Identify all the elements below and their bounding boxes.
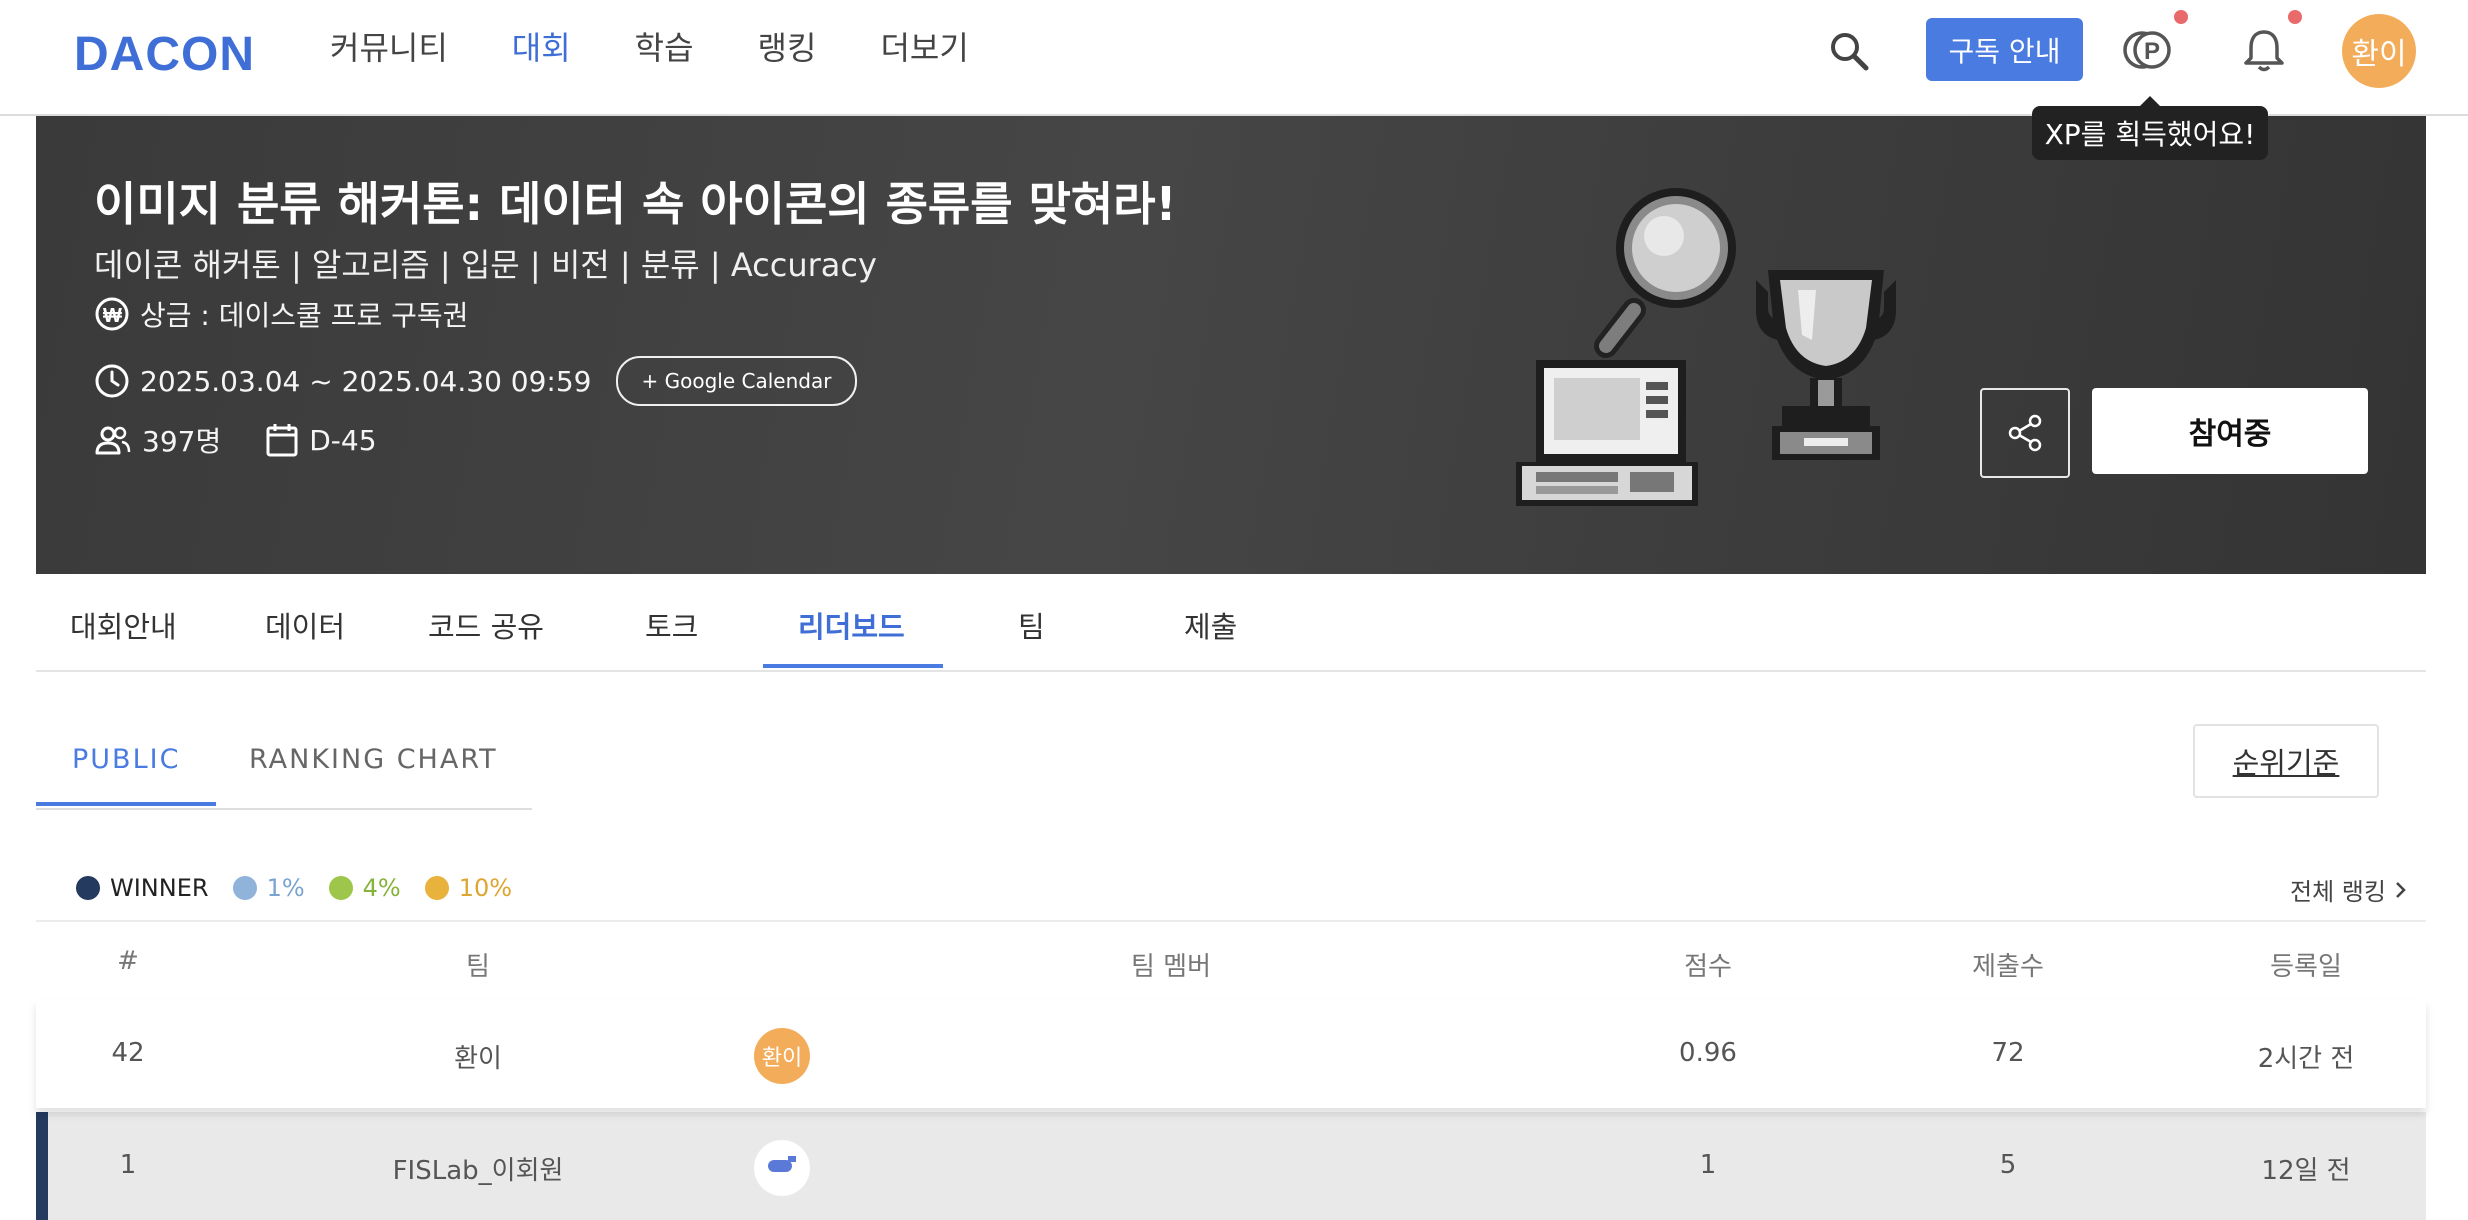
cell-team[interactable]: 환이 bbox=[454, 1038, 502, 1075]
subtab-public[interactable]: PUBLIC bbox=[72, 744, 180, 775]
active-subtab-indicator bbox=[36, 802, 216, 806]
prize-row: ₩ 상금 : 데이스쿨 프로 구독권 bbox=[94, 294, 468, 334]
period-row: 2025.03.04 ~ 2025.04.30 09:59 + Google C… bbox=[94, 356, 858, 406]
point-button[interactable]: P bbox=[2120, 24, 2176, 76]
ranking-criteria-button[interactable]: 순위기준 bbox=[2193, 724, 2379, 798]
legend-winner-dot bbox=[76, 876, 100, 900]
table-row-mine[interactable]: 42 환이 환이 0.96 72 2시간 전 bbox=[36, 1000, 2426, 1108]
header-date: 등록일 bbox=[2270, 952, 2342, 982]
laptop-illustration bbox=[1516, 360, 1698, 506]
bell-icon bbox=[2244, 30, 2284, 72]
svg-text:₩: ₩ bbox=[103, 305, 122, 327]
magnifier-illustration bbox=[1594, 188, 1736, 358]
point-notification-dot bbox=[2174, 10, 2188, 24]
competition-tags: 데이콘 해커톤 | 알고리즘 | 입문 | 비전 | 분류 | Accuracy bbox=[94, 246, 877, 284]
top-navigation: DACON 커뮤니티 대회 학습 랭킹 더보기 구독 안내 P 환이 bbox=[0, 0, 2468, 116]
header-score: 점수 bbox=[1684, 952, 1732, 982]
nav-competition[interactable]: 대회 bbox=[512, 24, 571, 72]
svg-text:P: P bbox=[2144, 38, 2160, 65]
tab-leaderboard[interactable]: 리더보드 bbox=[798, 604, 905, 646]
legend-4pct-label: 4% bbox=[362, 874, 401, 902]
cell-date: 12일 전 bbox=[2261, 1156, 2351, 1186]
leaderboard-header: # 팀 팀 멤버 점수 제출수 등록일 bbox=[36, 920, 2426, 1002]
trophy-illustration bbox=[1756, 270, 1896, 460]
header-rank: # bbox=[117, 946, 139, 976]
google-calendar-button[interactable]: + Google Calendar bbox=[615, 356, 858, 406]
active-tab-indicator bbox=[763, 664, 943, 668]
table-row-winner[interactable]: 1 FISLab_이회원 1 5 12일 전 bbox=[36, 1112, 2426, 1220]
nav-more[interactable]: 더보기 bbox=[880, 24, 968, 72]
nav-community[interactable]: 커뮤니티 bbox=[330, 24, 448, 72]
legend-1pct-label: 1% bbox=[266, 874, 305, 902]
legend-1pct: 1% bbox=[232, 874, 305, 902]
full-ranking-label: 전체 랭킹 bbox=[2290, 878, 2386, 906]
header-team: 팀 bbox=[466, 952, 490, 982]
notification-button[interactable] bbox=[2236, 22, 2292, 78]
legend-10pct: 10% bbox=[424, 874, 513, 902]
prize-text: 상금 : 데이스쿨 프로 구독권 bbox=[140, 299, 469, 332]
subscribe-button[interactable]: 구독 안내 bbox=[1926, 18, 2083, 81]
stats-row: 397명 D-45 bbox=[94, 420, 377, 460]
legend-winner: WINNER bbox=[76, 874, 209, 902]
legend-winner-label: WINNER bbox=[110, 874, 209, 902]
legend-10pct-label: 10% bbox=[458, 874, 513, 902]
header-members: 팀 멤버 bbox=[1130, 952, 1212, 982]
legend-1pct-dot bbox=[232, 876, 257, 900]
cell-score: 1 bbox=[1699, 1150, 1717, 1180]
cell-date: 2시간 전 bbox=[2257, 1044, 2355, 1074]
tab-team[interactable]: 팀 bbox=[1018, 604, 1045, 646]
rank-legend: WINNER 1% 4% 10% bbox=[76, 874, 536, 902]
dacon-logo[interactable]: DACON bbox=[72, 22, 262, 78]
tab-code-share[interactable]: 코드 공유 bbox=[428, 604, 544, 646]
member-avatar[interactable] bbox=[754, 1140, 810, 1196]
header-submissions: 제출수 bbox=[1972, 952, 2044, 982]
search-icon bbox=[1831, 33, 1869, 71]
cell-submissions: 5 bbox=[1999, 1150, 2017, 1180]
legend-4pct: 4% bbox=[328, 874, 401, 902]
leaderboard-subtabs: PUBLIC RANKING CHART bbox=[36, 700, 532, 810]
joined-button[interactable]: 참여중 bbox=[2092, 388, 2368, 474]
cell-team[interactable]: FISLab_이회원 bbox=[393, 1150, 564, 1187]
robot-avatar-icon bbox=[768, 1156, 796, 1172]
legend-10pct-dot bbox=[424, 876, 449, 900]
participant-count: 397명 bbox=[142, 425, 222, 458]
bell-notification-dot bbox=[2288, 10, 2302, 24]
nav-ranking[interactable]: 랭킹 bbox=[758, 24, 817, 72]
banner-illustration bbox=[1516, 188, 1896, 506]
search-button[interactable] bbox=[1824, 26, 1874, 76]
tab-data[interactable]: 데이터 bbox=[265, 604, 345, 646]
tab-overview[interactable]: 대회안내 bbox=[70, 604, 177, 646]
tooltip-arrow bbox=[2140, 96, 2160, 106]
user-avatar[interactable]: 환이 bbox=[2342, 14, 2416, 88]
nav-learning[interactable]: 학습 bbox=[635, 24, 694, 72]
people-icon bbox=[95, 426, 131, 455]
tab-submit[interactable]: 제출 bbox=[1184, 604, 1237, 646]
clock-icon bbox=[95, 364, 129, 398]
competition-tabs: 대회안내 데이터 코드 공유 토크 리더보드 팀 제출 bbox=[36, 574, 2426, 672]
cell-rank: 1 bbox=[119, 1150, 137, 1180]
won-coin-icon: ₩ bbox=[95, 297, 129, 331]
d-day: D-45 bbox=[309, 423, 377, 457]
point-icon: P bbox=[2123, 31, 2171, 69]
calendar-icon bbox=[266, 424, 298, 457]
full-ranking-link[interactable]: 전체 랭킹 bbox=[2290, 872, 2408, 907]
tab-talk[interactable]: 토크 bbox=[645, 604, 698, 646]
share-icon bbox=[2008, 414, 2042, 452]
cell-submissions: 72 bbox=[1991, 1038, 2025, 1068]
cell-score: 0.96 bbox=[1679, 1038, 1737, 1068]
main-menu: 커뮤니티 대회 학습 랭킹 더보기 bbox=[330, 24, 1033, 72]
member-avatar[interactable]: 환이 bbox=[754, 1028, 810, 1084]
competition-banner: 이미지 분류 해커톤: 데이터 속 아이콘의 종류를 맞혀라! 데이콘 해커톤 … bbox=[36, 116, 2426, 574]
xp-tooltip: XP를 획득했어요! bbox=[2032, 106, 2268, 160]
subtab-ranking-chart[interactable]: RANKING CHART bbox=[249, 744, 498, 775]
period-text: 2025.03.04 ~ 2025.04.30 09:59 bbox=[140, 364, 592, 398]
share-button[interactable] bbox=[1980, 388, 2070, 478]
chevron-right-icon bbox=[2396, 881, 2406, 898]
competition-title: 이미지 분류 해커톤: 데이터 속 아이콘의 종류를 맞혀라! bbox=[94, 177, 1177, 231]
svg-text:DACON: DACON bbox=[74, 28, 255, 78]
legend-4pct-dot bbox=[328, 876, 353, 900]
cell-rank: 42 bbox=[111, 1038, 145, 1068]
